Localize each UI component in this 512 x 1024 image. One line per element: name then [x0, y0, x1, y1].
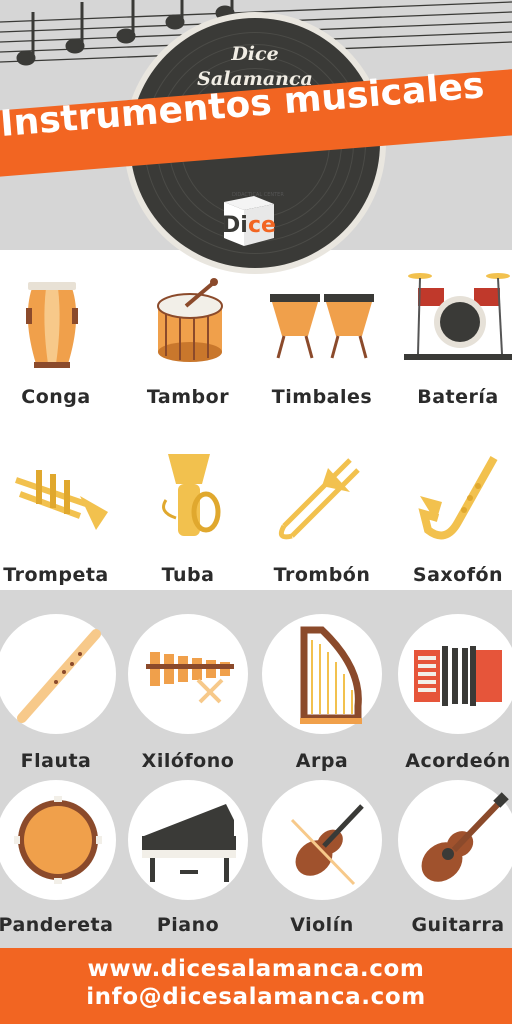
instrument-saxofon: Saxofón [394, 440, 512, 590]
trumpet-icon [15, 470, 108, 530]
instrument-pandereta: Pandereta [0, 780, 120, 936]
instrument-label: Guitarra [411, 914, 505, 936]
instrument-tambor: Tambor [124, 262, 252, 412]
instrument-guitarra: Guitarra [394, 780, 512, 936]
saxophone-icon [418, 456, 498, 540]
instrument-acordeon: Acordeón [394, 614, 512, 772]
instrument-label: Pandereta [0, 914, 114, 936]
instrument-bateria: Batería [394, 262, 512, 412]
instrument-violin: Violín [258, 780, 386, 936]
guitar-icon [421, 792, 509, 882]
flute-icon [17, 629, 101, 723]
trombone-icon [278, 458, 360, 540]
tambourine-icon [14, 796, 102, 884]
timbales-icon [270, 294, 374, 359]
instrument-label: Flauta [20, 750, 92, 772]
instrument-label: Trompeta [3, 564, 109, 586]
accordion-icon [414, 646, 502, 706]
instrument-conga: Conga [0, 262, 120, 412]
instrument-label: Conga [21, 386, 91, 408]
instrument-label: Piano [156, 914, 220, 936]
footer: www.dicesalamanca.com info@dicesalamanca… [0, 948, 512, 1024]
instrument-label: Batería [417, 386, 499, 408]
instrument-label: Tambor [146, 386, 230, 408]
logo-di: Di [222, 213, 248, 238]
harp-icon [300, 626, 362, 724]
piano-icon [142, 804, 236, 882]
instrument-label: Timbales [271, 386, 373, 408]
instrument-piano: Piano [124, 780, 252, 936]
xylophone-icon [146, 652, 234, 704]
website-link[interactable]: www.dicesalamanca.com [0, 956, 512, 982]
instrument-trombon: Trombón [258, 440, 386, 590]
tuba-icon [162, 454, 221, 536]
instrument-label: Trombón [273, 564, 371, 586]
instrument-label: Tuba [161, 564, 215, 586]
instrument-label: Saxofón [412, 564, 504, 586]
instrument-flauta: Flauta [0, 614, 120, 772]
brand-line-1: Dice [231, 43, 279, 65]
instrument-label: Xilófono [141, 750, 235, 772]
drum-icon [157, 278, 223, 362]
instrument-tuba: Tuba [124, 440, 252, 590]
logo-caption: DIDACTICAL CENTER [232, 192, 284, 198]
violin-icon [290, 804, 364, 886]
instrument-label: Acordeón [405, 750, 511, 772]
instrument-arpa: Arpa [258, 614, 386, 772]
instrument-timbales: Timbales [258, 262, 386, 412]
email-link[interactable]: info@dicesalamanca.com [0, 984, 512, 1010]
logo-ce: ce [248, 213, 276, 238]
instrument-label: Arpa [295, 750, 349, 772]
drum-kit-icon [404, 273, 512, 360]
conga-icon [26, 282, 78, 368]
instrument-trompeta: Trompeta [0, 440, 120, 590]
instrument-xilofono: Xilófono [124, 614, 252, 772]
instrument-label: Violín [290, 914, 354, 936]
